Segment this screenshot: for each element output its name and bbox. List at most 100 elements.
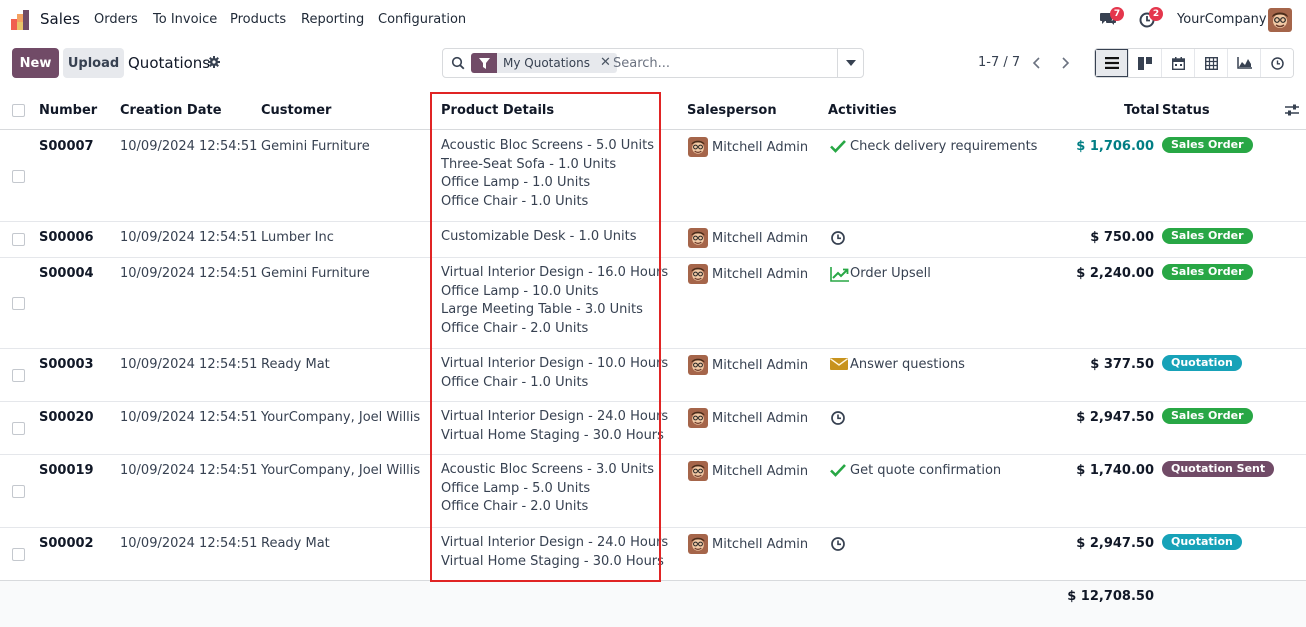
salesperson-avatar[interactable] [688,137,708,157]
list-view-button[interactable] [1095,49,1128,77]
product-line: Office Lamp - 1.0 Units [441,175,591,191]
app-name[interactable]: Sales [40,10,80,28]
activity-view-button[interactable] [1260,49,1293,77]
order-number: S00004 [39,266,94,281]
product-line: Office Lamp - 5.0 Units [441,480,591,496]
salesperson-avatar[interactable] [688,408,708,428]
select-all-checkbox[interactable] [12,104,25,117]
user-avatar-icon [1268,8,1292,32]
salesperson-avatar[interactable] [688,228,708,248]
optional-columns-icon[interactable] [1285,103,1299,117]
product-details: Virtual Interior Design - 24.0 Hours Virt… [441,534,668,571]
product-line: Customizable Desk - 1.0 Units [441,229,637,244]
column-header-activities[interactable]: Activities [828,92,897,129]
search-icon[interactable] [451,56,465,70]
envelope-icon[interactable] [830,357,848,373]
order-number: S00020 [39,410,94,425]
row-checkbox[interactable] [12,170,25,183]
column-header-number[interactable]: Number [39,92,97,129]
column-header-total[interactable]: Total [1124,92,1160,129]
activity-summary: Get quote confirmation [850,463,1002,478]
search-input[interactable] [613,53,833,73]
pivot-table-icon [1204,56,1218,70]
kanban-view-button[interactable] [1128,49,1161,77]
remove-facet-icon[interactable]: ✕ [600,53,611,73]
row-checkbox[interactable] [12,422,25,435]
new-button[interactable]: New [12,48,59,78]
column-header-salesperson[interactable]: Salesperson [687,92,777,129]
search-panel: My Quotations ✕ [442,48,864,78]
menu-orders[interactable]: Orders [94,12,138,27]
status-badge: Quotation [1162,355,1242,371]
pager-value[interactable]: 1-7 / 7 [978,55,1020,70]
clock-icon[interactable] [830,536,848,552]
column-header-customer[interactable]: Customer [261,92,331,129]
creation-date: 10/09/2024 12:54:51 [120,536,258,551]
salesperson: Mitchell Admin [712,537,809,552]
order-number: S00006 [39,230,94,245]
product-line: Office Chair - 1.0 Units [441,374,589,390]
pager-previous[interactable] [1022,48,1050,78]
row-checkbox[interactable] [12,548,25,561]
salesperson: Mitchell Admin [712,267,809,282]
facet-label: My Quotations [503,56,590,70]
check-icon[interactable] [830,139,848,155]
caret-down-icon [845,60,856,66]
salesperson-avatar[interactable] [688,534,708,554]
row-checkbox[interactable] [12,233,25,246]
salesperson-avatar[interactable] [688,355,708,375]
pivot-view-button[interactable] [1194,49,1227,77]
clock-icon[interactable] [830,410,848,426]
activities-count-badge: 2 [1149,7,1163,21]
page-title: Quotations [128,54,211,72]
chevron-left-icon [1032,57,1040,69]
product-line: Virtual Home Staging - 30.0 Hours [441,553,664,569]
area-chart-icon [1236,57,1252,69]
top-navbar: Sales Orders To Invoice Products Reporti… [0,0,1306,40]
product-details: Acoustic Bloc Screens - 3.0 Units Office … [441,461,654,517]
search-options-toggle[interactable] [837,49,863,77]
company-switcher[interactable]: YourCompany [1177,12,1267,27]
product-line: Office Chair - 1.0 Units [441,194,589,210]
creation-date: 10/09/2024 12:54:51 [120,230,258,245]
column-header-status[interactable]: Status [1162,92,1210,129]
creation-date: 10/09/2024 12:54:51 [120,357,258,372]
app-logo-icon[interactable] [11,10,33,30]
row-checkbox[interactable] [12,297,25,310]
user-avatar[interactable] [1268,8,1292,32]
graph-view-button[interactable] [1227,49,1260,77]
menu-products[interactable]: Products [230,12,286,27]
status-badge: Quotation [1162,534,1242,550]
status-badge: Sales Order [1162,228,1253,244]
gear-icon[interactable] [208,56,220,68]
upload-button[interactable]: Upload [63,48,124,78]
salesperson: Mitchell Admin [712,140,809,155]
order-total: $ 1,706.00 [1076,139,1154,154]
messages-button[interactable]: 7 [1099,7,1124,30]
order-total: $ 2,240.00 [1076,266,1154,281]
clock-icon[interactable] [830,230,848,246]
order-number: S00007 [39,139,94,154]
order-total: $ 377.50 [1090,357,1154,372]
activity-summary: Answer questions [850,357,965,372]
product-line: Large Meeting Table - 3.0 Units [441,302,643,318]
column-header-product-details[interactable]: Product Details [441,92,554,129]
salesperson-avatar[interactable] [688,461,708,481]
trend-up-icon[interactable] [830,266,849,282]
clock-icon [1270,56,1284,70]
row-checkbox[interactable] [12,485,25,498]
customer: Ready Mat [261,357,330,372]
menu-configuration[interactable]: Configuration [378,12,466,27]
salesperson-avatar[interactable] [688,264,708,284]
customer: Gemini Furniture [261,139,370,154]
activities-button[interactable]: 2 [1138,7,1163,30]
status-badge: Quotation Sent [1162,461,1275,477]
pager-next[interactable] [1052,48,1080,78]
calendar-view-button[interactable] [1161,49,1194,77]
menu-reporting[interactable]: Reporting [301,12,364,27]
column-header-creation-date[interactable]: Creation Date [120,92,222,129]
salesperson: Mitchell Admin [712,231,809,246]
menu-to-invoice[interactable]: To Invoice [153,12,217,27]
check-icon[interactable] [830,463,848,479]
row-checkbox[interactable] [12,369,25,382]
